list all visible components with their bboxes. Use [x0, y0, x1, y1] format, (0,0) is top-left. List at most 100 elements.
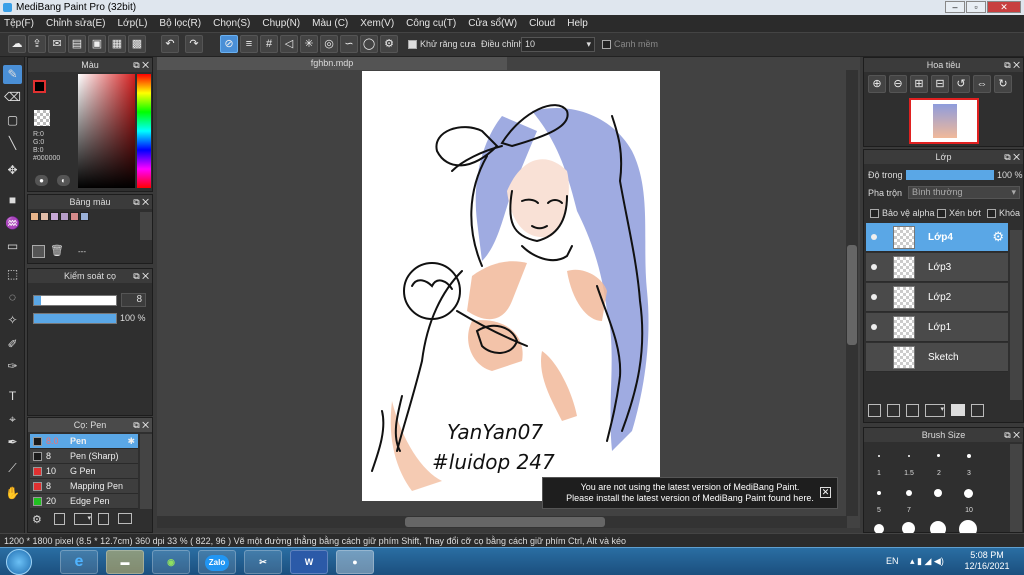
layer-row[interactable]: Lớp2: [866, 283, 1008, 312]
language-indicator[interactable]: EN: [886, 556, 899, 566]
folder-icon[interactable]: [951, 404, 965, 416]
panel-close-icon[interactable]: ⧉ ✕: [133, 269, 149, 283]
size-dot-7[interactable]: [906, 490, 912, 496]
rotate-right-icon[interactable]: ↻: [994, 75, 1012, 93]
select-tool-icon[interactable]: ⬚: [3, 265, 22, 284]
brush-folder-icon[interactable]: [118, 513, 132, 524]
panel-close-icon[interactable]: ⧉ ✕: [133, 418, 149, 432]
page-icon[interactable]: ▣: [88, 35, 106, 53]
palette-swatch[interactable]: [30, 212, 39, 221]
brush-new-icon[interactable]: [54, 513, 65, 525]
app-green-icon[interactable]: ◉: [152, 550, 190, 574]
gradient-tool-icon[interactable]: ▭: [3, 237, 22, 256]
size-dot-1-5[interactable]: [908, 455, 910, 457]
snap-parallel-icon[interactable]: ≡: [240, 35, 258, 53]
eyedropper-icon[interactable]: ⟋: [3, 459, 22, 478]
lasso-tool-icon[interactable]: ◌: [3, 288, 22, 307]
hand-tool-icon[interactable]: ✋: [3, 484, 22, 503]
visibility-icon[interactable]: [871, 234, 877, 240]
menu-layer[interactable]: Lớp(L): [118, 18, 148, 29]
size-dot-2[interactable]: [937, 454, 940, 457]
folder-taskbar-icon[interactable]: ▬: [106, 550, 144, 574]
share-icon[interactable]: ▤: [68, 35, 86, 53]
document-tab[interactable]: fghbn.mdp: [157, 57, 507, 70]
snap-grid-icon[interactable]: #: [260, 35, 278, 53]
snap-ellipse-icon[interactable]: ◯: [360, 35, 378, 53]
protect-alpha-checkbox[interactable]: [870, 209, 879, 219]
transparent-color[interactable]: [34, 110, 50, 126]
layer-opacity-slider[interactable]: [906, 170, 994, 180]
layer-menu-icon[interactable]: ▾: [925, 404, 945, 417]
minimize-button[interactable]: –: [945, 1, 965, 13]
select-pen-tool-icon[interactable]: ✐: [3, 335, 22, 354]
upload-icon[interactable]: ⇪: [28, 35, 46, 53]
menu-select[interactable]: Chọn(S): [213, 18, 250, 29]
size-dot-10[interactable]: [964, 489, 973, 498]
divide-tool-icon[interactable]: ⌖: [3, 410, 22, 429]
tool-taskbar-icon[interactable]: ✂: [244, 550, 282, 574]
snap-radial-icon[interactable]: ✳: [300, 35, 318, 53]
palette-swatch[interactable]: [80, 212, 89, 221]
size-dot-8[interactable]: [934, 489, 942, 497]
clock[interactable]: 5:08 PM 12/16/2021: [962, 550, 1012, 572]
brush-menu-icon[interactable]: ▾: [74, 513, 92, 525]
rotate-left-icon[interactable]: ↺: [952, 75, 970, 93]
brush-tool-icon[interactable]: ✎: [3, 65, 22, 84]
menu-snap[interactable]: Chụp(N): [262, 18, 300, 29]
palette-scrollbar[interactable]: [140, 212, 152, 240]
menu-file[interactable]: Tệp(F): [4, 18, 34, 29]
menu-help[interactable]: Help: [567, 18, 588, 29]
visibility-icon[interactable]: [871, 264, 877, 270]
canvas-hscroll-thumb[interactable]: [405, 517, 605, 527]
gear-icon[interactable]: ✱: [127, 434, 135, 449]
brush-item[interactable]: 8 Pen (Sharp): [30, 449, 138, 464]
palette-swatch[interactable]: [50, 212, 59, 221]
protect-alpha-toggle[interactable]: Bảo vệ alpha: [870, 208, 935, 219]
brush-opacity-slider[interactable]: [33, 313, 117, 324]
layer-row[interactable]: Lớp1: [866, 313, 1008, 342]
maximize-button[interactable]: ▫: [966, 1, 986, 13]
layer-row[interactable]: Lớp4 ⚙: [866, 223, 1008, 252]
clip-checkbox[interactable]: [937, 209, 946, 219]
menu-filter[interactable]: Bộ lọc(R): [159, 18, 201, 29]
antialias-checkbox[interactable]: [408, 40, 417, 50]
palette-swatch[interactable]: [70, 212, 79, 221]
blend-select[interactable]: Bình thường ▾: [908, 186, 1020, 199]
lock-toggle[interactable]: Khóa: [987, 208, 1020, 219]
tray-icons[interactable]: ▴ ▮ ◢ ◀): [910, 556, 944, 567]
actual-size-icon[interactable]: ⊟: [931, 75, 949, 93]
eraser-tool-icon[interactable]: ⌫: [3, 88, 22, 107]
menu-window[interactable]: Cửa sổ(W): [468, 18, 517, 29]
zoom-out-icon[interactable]: ⊖: [889, 75, 907, 93]
pages-icon[interactable]: ▦: [108, 35, 126, 53]
flip-icon[interactable]: ⇔: [973, 75, 991, 93]
size-dot-3[interactable]: [967, 454, 971, 458]
fill-rect-tool-icon[interactable]: ■: [3, 191, 22, 210]
foreground-color[interactable]: [33, 80, 46, 93]
start-button[interactable]: [6, 549, 32, 575]
brush-add-icon[interactable]: ⚙: [32, 513, 42, 526]
cloud-icon[interactable]: ☁: [8, 35, 26, 53]
menu-view[interactable]: Xem(V): [360, 18, 394, 29]
menu-cloud[interactable]: Cloud: [529, 18, 555, 29]
panel-close-icon[interactable]: ⧉ ✕: [133, 195, 149, 209]
text-tool-icon[interactable]: T: [3, 387, 22, 406]
size-dot-1[interactable]: [878, 455, 880, 457]
new-palette-icon[interactable]: [32, 245, 45, 258]
brush-size-scrollbar[interactable]: [1010, 444, 1022, 532]
layer-row[interactable]: Lớp3: [866, 253, 1008, 282]
zalo-icon[interactable]: Zalo: [198, 550, 236, 574]
panel-close-icon[interactable]: ⧉ ✕: [1004, 150, 1020, 164]
select-eraser-tool-icon[interactable]: ✑: [3, 357, 22, 376]
menu-edit[interactable]: Chỉnh sửa(E): [46, 18, 106, 29]
new-halftone-layer-icon[interactable]: [887, 404, 900, 417]
panel-close-icon[interactable]: ⧉ ✕: [133, 58, 149, 72]
navigator-preview[interactable]: [909, 98, 979, 144]
palette-swatch[interactable]: [60, 212, 69, 221]
snap-curve-icon[interactable]: ∽: [340, 35, 358, 53]
soft-edge-toggle[interactable]: Cạnh mềm: [602, 39, 658, 50]
brush-item[interactable]: 8.0 Pen ✱: [30, 434, 138, 449]
lock-checkbox[interactable]: [987, 209, 996, 219]
canvas-vscroll-thumb[interactable]: [847, 245, 857, 345]
trash-icon[interactable]: 🗑: [50, 245, 64, 258]
